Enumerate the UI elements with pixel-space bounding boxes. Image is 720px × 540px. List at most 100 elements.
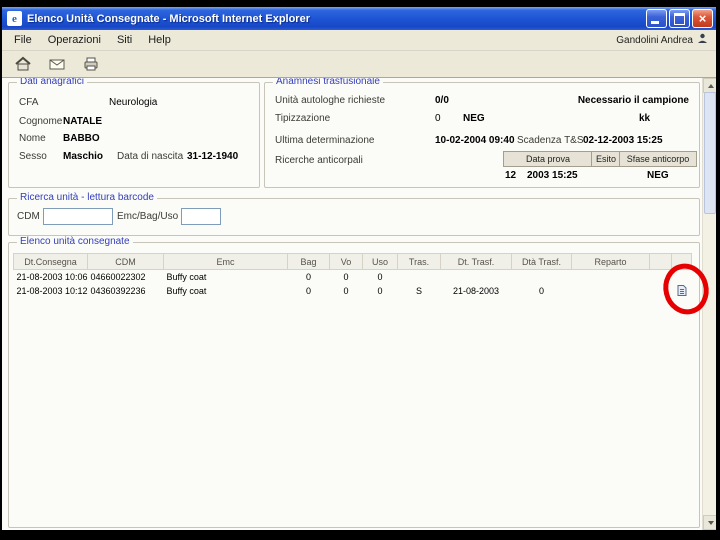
tipizzazione-esito: NEG: [463, 113, 485, 124]
title-bar: e Elenco Unità Consegnate - Microsoft In…: [2, 7, 716, 30]
scrollbar-thumb[interactable]: [704, 92, 716, 214]
minimize-button[interactable]: [646, 9, 667, 28]
cfa-value: Neurologia: [109, 97, 158, 108]
arrow-down-icon: [707, 520, 714, 525]
menu-item-siti[interactable]: Siti: [109, 32, 140, 48]
print-button[interactable]: [80, 53, 102, 75]
page-content: Dati anagrafici CFA Neurologia Cognome N…: [2, 78, 716, 530]
maximize-button[interactable]: [669, 9, 690, 28]
sesso-value: Maschio: [63, 151, 104, 162]
cell-dttrasf: [441, 270, 512, 285]
table-row[interactable]: 21-08-2003 10:06 04660022302 Buffy coat …: [14, 270, 692, 285]
minimize-icon: [651, 21, 659, 24]
col-dt-consegna[interactable]: Dt.Consegna: [13, 253, 88, 270]
cell-emc: Buffy coat: [166, 286, 207, 296]
table-row[interactable]: 21-08-2003 10:12 04360392236 Buffy coat …: [14, 284, 692, 298]
col-action-1: [649, 253, 672, 270]
campione-flag: Necessario il campione: [577, 95, 689, 106]
cell-action-2: [672, 270, 692, 285]
table-header-row: Dt.Consegna CDM Emc Bag Vo Uso Tras. Dt.…: [13, 253, 692, 270]
cell-dttrasf: 21-08-2003: [452, 286, 500, 296]
vertical-scrollbar[interactable]: [702, 78, 716, 530]
cell-action-2: [672, 284, 692, 298]
barcode-legend: Ricerca unità - lettura barcode: [17, 192, 157, 203]
delivered-units-table: Dt.Consegna CDM Emc Bag Vo Uso Tras. Dt.…: [13, 253, 692, 298]
toolbar: [2, 51, 716, 78]
cell-emc: Buffy coat: [166, 272, 207, 282]
menu-item-file[interactable]: File: [6, 32, 40, 48]
cdm-input[interactable]: [43, 208, 113, 225]
sesso-label: Sesso: [19, 151, 47, 162]
mail-icon: [49, 59, 65, 70]
cell-reparto: [572, 284, 650, 298]
cell-dtconsegna: 21-08-2003 10:12: [16, 286, 88, 296]
col-tras[interactable]: Tras.: [397, 253, 441, 270]
autologhe-label: Unità autologhe richieste: [275, 95, 386, 106]
scroll-up-button[interactable]: [703, 78, 716, 93]
home-button[interactable]: [12, 53, 34, 75]
autologhe-value: 0/0: [435, 95, 449, 106]
fenotipo-value: kk: [639, 113, 651, 124]
ie-app-icon: e: [7, 11, 22, 26]
cell-bag: 0: [305, 286, 311, 296]
cell-action-1: [650, 284, 672, 298]
tipizzazione-value: 0: [435, 113, 441, 124]
report-icon[interactable]: [677, 284, 687, 298]
menu-item-operazioni[interactable]: Operazioni: [40, 32, 109, 48]
col-vo[interactable]: Vo: [329, 253, 363, 270]
nome-label: Nome: [19, 133, 46, 144]
mail-button[interactable]: [46, 53, 68, 75]
user-area: Gandolini Andrea: [616, 33, 712, 47]
col-bag[interactable]: Bag: [287, 253, 330, 270]
cell-reparto: [572, 270, 650, 285]
nascita-value: 31-12-1940: [187, 151, 239, 162]
cell-tras: S: [415, 286, 422, 296]
col-emc[interactable]: Emc: [163, 253, 288, 270]
window-title: Elenco Unità Consegnate - Microsoft Inte…: [27, 12, 310, 25]
ricerca-riga-data1: 12: [505, 170, 517, 181]
logged-user-name: Gandolini Andrea: [616, 34, 693, 46]
cell-cdm: 04360392236: [90, 286, 146, 296]
cell-bag: 0: [305, 272, 311, 282]
slide-stage: e Elenco Unità Consegnate - Microsoft In…: [0, 0, 720, 540]
col-dta-trasf[interactable]: Dtà Trasf.: [511, 253, 572, 270]
col-dt-trasf[interactable]: Dt. Trasf.: [440, 253, 512, 270]
ricerca-riga-esito: NEG: [647, 170, 669, 181]
fase-anticorpo-button[interactable]: Sfase anticorpo: [619, 151, 697, 167]
emc-bag-uso-input[interactable]: [181, 208, 221, 225]
cognome-label: Cognome: [19, 116, 63, 127]
ricerche-label: Ricerche anticorpali: [275, 155, 363, 166]
cell-dtconsegna: 21-08-2003 10:06: [16, 272, 88, 282]
cell-dtatrasf: 0: [538, 286, 544, 296]
ultima-label: Ultima determinazione: [275, 135, 375, 146]
user-icon: [697, 33, 708, 47]
maximize-icon: [674, 12, 685, 25]
menu-item-help[interactable]: Help: [140, 32, 179, 48]
close-icon: ×: [698, 11, 707, 26]
scadenza-value: 02-12-2003 15:25: [583, 135, 663, 146]
anamnesi-fieldset: Anamnesi trasfusionale Unità autologhe r…: [264, 78, 700, 188]
cell-uso: 0: [377, 272, 383, 282]
patient-fieldset: Dati anagrafici CFA Neurologia Cognome N…: [8, 78, 260, 188]
cell-tras: [398, 270, 441, 285]
anamnesi-legend: Anamnesi trasfusionale: [273, 78, 383, 87]
emc-bag-uso-label: Emc/Bag/Uso: [117, 211, 179, 222]
ultima-value: 10-02-2004 09:40: [435, 135, 515, 146]
patient-legend: Dati anagrafici: [17, 78, 87, 87]
home-icon: [15, 56, 31, 71]
arrow-up-icon: [707, 83, 714, 88]
col-action-2: [671, 253, 692, 270]
col-cdm[interactable]: CDM: [87, 253, 164, 270]
col-reparto[interactable]: Reparto: [571, 253, 650, 270]
menu-bar: File Operazioni Siti Help Gandolini Andr…: [2, 30, 716, 51]
scroll-down-button[interactable]: [703, 515, 716, 530]
close-button[interactable]: ×: [692, 9, 713, 28]
cell-action-1: [650, 270, 672, 285]
esito-button[interactable]: Esito: [591, 151, 621, 167]
scadenza-label: Scadenza T&S: [517, 135, 584, 146]
col-uso[interactable]: Uso: [362, 253, 398, 270]
cell-vo: 0: [343, 272, 349, 282]
print-icon: [84, 57, 98, 71]
cell-vo: 0: [343, 286, 349, 296]
data-prova-button[interactable]: Data prova: [503, 151, 593, 167]
